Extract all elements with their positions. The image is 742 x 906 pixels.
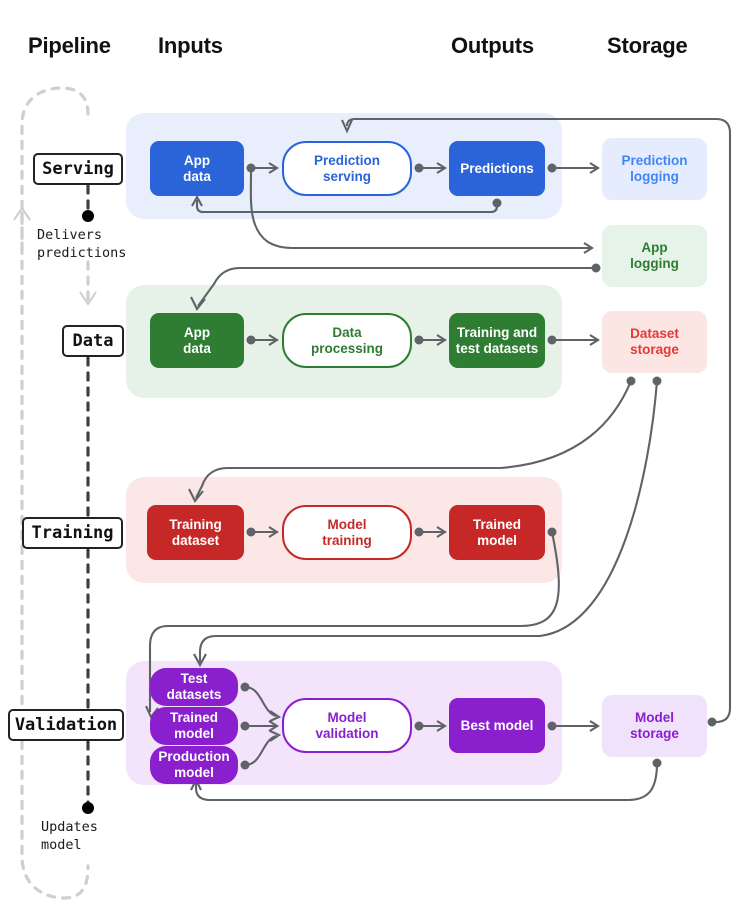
node-label: Model training xyxy=(322,516,372,548)
pipeline-label-validation[interactable]: Validation xyxy=(8,709,124,741)
column-header-inputs: Inputs xyxy=(158,33,223,58)
column-header-outputs: Outputs xyxy=(451,33,534,58)
node-serving-app-data[interactable]: App data xyxy=(150,141,244,196)
annotation-updates-model: Updates model xyxy=(41,819,98,854)
node-best-model[interactable]: Best model xyxy=(449,698,545,753)
node-trained-model[interactable]: Trained model xyxy=(449,505,545,560)
node-training-dataset[interactable]: Training dataset xyxy=(147,505,244,560)
node-model-training[interactable]: Model training xyxy=(282,505,412,560)
dot-datasetstorage-to-validation xyxy=(652,376,662,386)
node-label: Training dataset xyxy=(169,516,222,548)
node-dataset-storage[interactable]: Dataset storage xyxy=(602,311,707,373)
node-label: Data processing xyxy=(310,324,384,356)
node-label: Model validation xyxy=(315,709,379,741)
column-header-storage: Storage xyxy=(607,33,688,58)
node-label: Trained model xyxy=(169,710,218,741)
spine-arrowhead-data xyxy=(79,291,97,306)
node-validation-trained-model[interactable]: Trained model xyxy=(150,707,238,745)
node-label: Model storage xyxy=(630,710,679,741)
pipeline-label-data[interactable]: Data xyxy=(62,325,124,357)
node-model-validation[interactable]: Model validation xyxy=(282,698,412,753)
arrow-datasets-to-datasetstorage xyxy=(589,334,600,346)
diagram-canvas: Pipeline Inputs Outputs Storage App data… xyxy=(0,0,742,906)
node-label: Prediction serving xyxy=(313,152,380,184)
dot-modelstorage-bottom xyxy=(652,758,662,768)
node-label: Prediction logging xyxy=(621,153,688,184)
node-prediction-serving[interactable]: Prediction serving xyxy=(282,141,412,196)
node-label: App data xyxy=(183,324,211,356)
node-label: Production model xyxy=(158,749,230,780)
arrow-servingappdata-to-applogging xyxy=(583,242,594,254)
node-label: Training and test datasets xyxy=(455,324,539,356)
dot-datasetstorage-to-training xyxy=(626,376,636,386)
node-app-logging[interactable]: App logging xyxy=(602,225,707,287)
arrow-bestmodel-to-modelstorage xyxy=(589,720,600,732)
dot-modelstorage-right xyxy=(707,717,717,727)
annotation-delivers-predictions: Delivers predictions xyxy=(37,227,127,262)
node-label: Dataset storage xyxy=(630,326,679,357)
node-label: Best model xyxy=(460,717,534,733)
node-label: Predictions xyxy=(460,160,534,176)
node-training-and-test-datasets[interactable]: Training and test datasets xyxy=(449,313,545,368)
node-production-model[interactable]: Production model xyxy=(150,746,238,784)
node-prediction-logging[interactable]: Prediction logging xyxy=(602,138,707,200)
node-label: Test datasets xyxy=(166,671,222,702)
pipeline-label-training[interactable]: Training xyxy=(22,517,123,549)
node-model-storage[interactable]: Model storage xyxy=(602,695,707,757)
node-test-datasets[interactable]: Test datasets xyxy=(150,668,238,706)
spine-dot-validation xyxy=(82,802,94,814)
node-label: App logging xyxy=(630,240,679,271)
spine-loop-left xyxy=(20,86,90,900)
node-data-processing[interactable]: Data processing xyxy=(282,313,412,368)
spine-arrowhead-up xyxy=(13,206,31,221)
spine-dot-serving xyxy=(82,210,94,222)
node-predictions[interactable]: Predictions xyxy=(449,141,545,196)
node-label: Trained model xyxy=(472,516,521,548)
column-header-pipeline: Pipeline xyxy=(28,33,111,58)
node-data-app-data[interactable]: App data xyxy=(150,313,244,368)
dot-applogging-out xyxy=(591,263,601,273)
arrow-predictions-to-predlogging xyxy=(589,162,600,174)
pipeline-label-serving[interactable]: Serving xyxy=(33,153,123,185)
node-label: App data xyxy=(183,152,211,184)
